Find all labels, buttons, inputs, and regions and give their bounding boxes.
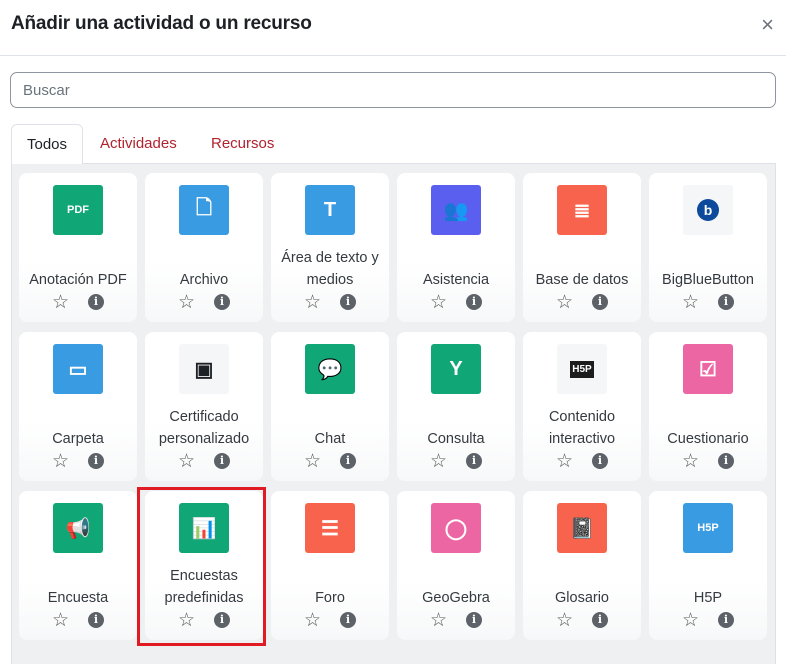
activity-label: Asistencia xyxy=(422,272,490,288)
activity-card[interactable]: T Área de texto y medios ☆ i xyxy=(271,173,389,322)
activity-label: Base de datos xyxy=(535,272,629,288)
activity-label: Área de texto y medios xyxy=(281,250,379,288)
predefined-survey-icon: 📊 xyxy=(179,503,229,553)
activity-card[interactable]: ☑ Cuestionario ☆ i xyxy=(649,332,767,481)
info-icon[interactable]: i xyxy=(466,294,482,310)
info-icon[interactable]: i xyxy=(466,612,482,628)
survey-icon: 📢 xyxy=(53,503,103,553)
chat-icon: 💬 xyxy=(305,344,355,394)
h5p-content-icon: H5P xyxy=(557,344,607,394)
info-icon[interactable]: i xyxy=(214,294,230,310)
attendance-icon: 👥 xyxy=(431,185,481,235)
info-icon[interactable]: i xyxy=(592,612,608,628)
activity-card[interactable]: Y Consulta ☆ i xyxy=(397,332,515,481)
close-icon[interactable]: × xyxy=(761,12,774,38)
info-icon[interactable]: i xyxy=(214,453,230,469)
star-icon[interactable]: ☆ xyxy=(52,609,69,632)
forum-icon: ☰ xyxy=(305,503,355,553)
activity-label: Contenido interactivo xyxy=(548,409,616,447)
star-icon[interactable]: ☆ xyxy=(556,450,573,473)
star-icon[interactable]: ☆ xyxy=(430,609,447,632)
tab-bar: Todos Actividades Recursos xyxy=(11,124,776,165)
star-icon[interactable]: ☆ xyxy=(682,450,699,473)
activity-card[interactable]: H5P H5P ☆ i xyxy=(649,491,767,640)
star-icon[interactable]: ☆ xyxy=(430,291,447,314)
text-area-icon: T xyxy=(305,185,355,235)
info-icon[interactable]: i xyxy=(340,612,356,628)
info-icon[interactable]: i xyxy=(466,453,482,469)
info-icon[interactable]: i xyxy=(340,453,356,469)
database-icon: ≣ xyxy=(557,185,607,235)
star-icon[interactable]: ☆ xyxy=(304,291,321,314)
activity-card[interactable]: 📓 Glosario ☆ i xyxy=(523,491,641,640)
info-icon[interactable]: i xyxy=(340,294,356,310)
star-icon[interactable]: ☆ xyxy=(430,450,447,473)
bigbluebutton-icon: b xyxy=(683,185,733,235)
tab-actividades[interactable]: Actividades xyxy=(84,124,193,165)
activity-card[interactable]: ▣ Certificado personalizado ☆ i xyxy=(145,332,263,481)
info-icon[interactable]: i xyxy=(718,453,734,469)
star-icon[interactable]: ☆ xyxy=(682,291,699,314)
activity-card[interactable]: 💬 Chat ☆ i xyxy=(271,332,389,481)
modal-header: Añadir una actividad o un recurso × xyxy=(0,0,786,56)
activity-card[interactable]: 📊 Encuestas predefinidas ☆ i xyxy=(145,491,263,640)
star-icon[interactable]: ☆ xyxy=(304,450,321,473)
info-icon[interactable]: i xyxy=(214,612,230,628)
activity-card[interactable]: PDF Anotación PDF ☆ i xyxy=(19,173,137,322)
star-icon[interactable]: ☆ xyxy=(682,609,699,632)
star-icon[interactable]: ☆ xyxy=(556,609,573,632)
activity-label: Certificado personalizado xyxy=(158,409,250,447)
tab-todos[interactable]: Todos xyxy=(11,124,83,165)
activity-card[interactable]: ☰ Foro ☆ i xyxy=(271,491,389,640)
info-icon[interactable]: i xyxy=(718,294,734,310)
activity-label: H5P xyxy=(693,590,723,606)
h5p-icon: H5P xyxy=(683,503,733,553)
file-icon: 🗋 xyxy=(179,185,229,235)
activity-label: Glosario xyxy=(555,590,609,606)
star-icon[interactable]: ☆ xyxy=(556,291,573,314)
activity-label: Carpeta xyxy=(52,431,104,447)
star-icon[interactable]: ☆ xyxy=(52,291,69,314)
choice-icon: Y xyxy=(431,344,481,394)
activity-label: Encuesta xyxy=(47,590,109,606)
activity-card[interactable]: ≣ Base de datos ☆ i xyxy=(523,173,641,322)
activity-card[interactable]: 🗋 Archivo ☆ i xyxy=(145,173,263,322)
pdf-annotation-icon: PDF xyxy=(53,185,103,235)
activity-label: Archivo xyxy=(179,272,229,288)
tab-recursos[interactable]: Recursos xyxy=(195,124,290,165)
star-icon[interactable]: ☆ xyxy=(52,450,69,473)
activity-label: Encuestas predefinidas xyxy=(164,568,244,606)
activity-card[interactable]: ▭ Carpeta ☆ i xyxy=(19,332,137,481)
folder-icon: ▭ xyxy=(53,344,103,394)
activity-card[interactable]: 📢 Encuesta ☆ i xyxy=(19,491,137,640)
info-icon[interactable]: i xyxy=(88,453,104,469)
activity-card[interactable]: H5P Contenido interactivo ☆ i xyxy=(523,332,641,481)
activity-card[interactable]: 👥 Asistencia ☆ i xyxy=(397,173,515,322)
info-icon[interactable]: i xyxy=(592,453,608,469)
activity-label: Consulta xyxy=(427,431,485,447)
certificate-icon: ▣ xyxy=(179,344,229,394)
geogebra-icon: ◯ xyxy=(431,503,481,553)
activity-label: Cuestionario xyxy=(667,431,749,447)
info-icon[interactable]: i xyxy=(718,612,734,628)
activity-label: Chat xyxy=(314,431,346,447)
star-icon[interactable]: ☆ xyxy=(178,609,195,632)
search-input[interactable] xyxy=(10,72,776,108)
info-icon[interactable]: i xyxy=(88,612,104,628)
glossary-icon: 📓 xyxy=(557,503,607,553)
activity-label: BigBlueButton xyxy=(662,272,754,288)
star-icon[interactable]: ☆ xyxy=(304,609,321,632)
modal-title: Añadir una actividad o un recurso xyxy=(11,13,312,34)
activity-label: GeoGebra xyxy=(422,590,490,606)
star-icon[interactable]: ☆ xyxy=(178,291,195,314)
star-icon[interactable]: ☆ xyxy=(178,450,195,473)
activity-label: Anotación PDF xyxy=(29,272,127,288)
activity-card[interactable]: b BigBlueButton ☆ i xyxy=(649,173,767,322)
info-icon[interactable]: i xyxy=(88,294,104,310)
quiz-icon: ☑ xyxy=(683,344,733,394)
activity-label: Foro xyxy=(315,590,345,606)
activity-card[interactable]: ◯ GeoGebra ☆ i xyxy=(397,491,515,640)
info-icon[interactable]: i xyxy=(592,294,608,310)
